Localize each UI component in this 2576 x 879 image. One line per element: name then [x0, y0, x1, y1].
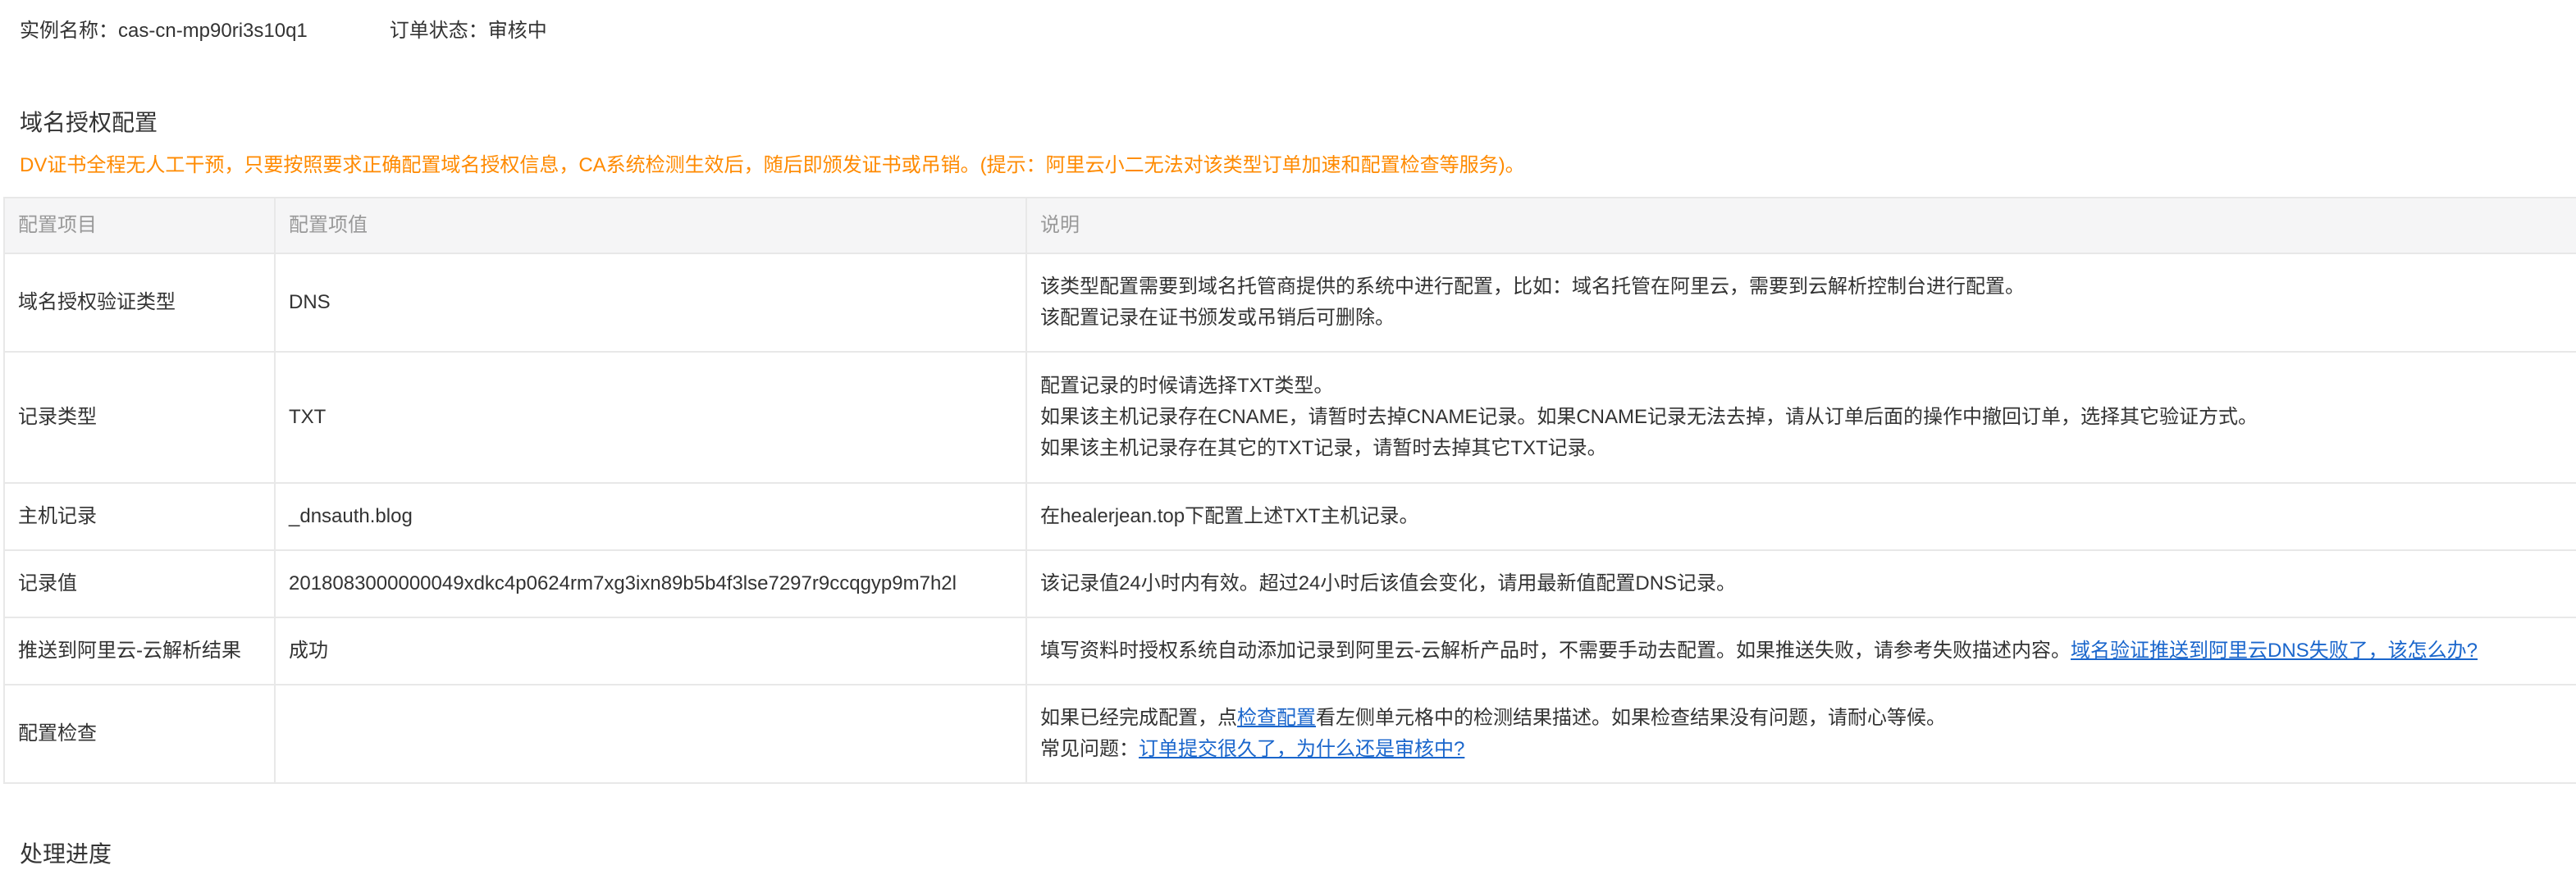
push-result-status: 成功	[274, 617, 1027, 685]
row-desc-verify-type: 该类型配置需要到域名托管商提供的系统中进行配置，比如：域名托管在阿里云，需要到云…	[1025, 253, 2576, 353]
row-item-host-record: 主机记录	[3, 482, 276, 551]
desc-text: 如果已经完成配置，点	[1040, 707, 1237, 729]
instance-info-bar: 实例名称： cas-cn-mp90ri3s10q1 订单状态： 审核中	[20, 18, 547, 44]
row-item-verify-type: 域名授权验证类型	[3, 253, 276, 353]
column-header-desc: 说明	[1025, 197, 2576, 254]
desc-line: 如果该主机记录存在其它的TXT记录，请暂时去掉其它TXT记录。	[1040, 437, 1607, 459]
table-row: 配置检查 如果已经完成配置，点检查配置看左侧单元格中的检测结果描述。如果检查结果…	[3, 684, 2576, 784]
row-item-record-value: 记录值	[3, 549, 276, 618]
row-value-verify-type: DNS	[274, 253, 1027, 353]
desc-text: 填写资料时授权系统自动添加记录到阿里云-云解析产品时，不需要手动去配置。如果推送…	[1040, 640, 2071, 662]
order-status-value: 审核中	[487, 20, 547, 42]
instance-name-label: 实例名称：	[20, 20, 118, 42]
desc-line: 该类型配置需要到域名托管商提供的系统中进行配置，比如：域名托管在阿里云，需要到云…	[1040, 276, 2025, 298]
table-row: 记录类型 TXT 配置记录的时候请选择TXT类型。 如果该主机记录存在CNAME…	[3, 351, 2576, 484]
order-status: 订单状态： 审核中	[390, 18, 547, 44]
desc-text: 常见问题：	[1040, 738, 1139, 760]
desc-line: 如果已经完成配置，点检查配置看左侧单元格中的检测结果描述。如果检查结果没有问题，…	[1040, 703, 2575, 734]
table-header-row: 配置项目 配置项值 说明	[3, 197, 2576, 254]
column-header-item: 配置项目	[3, 197, 276, 254]
order-status-label: 订单状态：	[389, 20, 488, 42]
row-desc-config-check: 如果已经完成配置，点检查配置看左侧单元格中的检测结果描述。如果检查结果没有问题，…	[1025, 684, 2576, 784]
config-table: 配置项目 配置项值 说明 域名授权验证类型 DNS 该类型配置需要到域名托管商提…	[3, 197, 2576, 784]
row-desc-host-record: 在healerjean.top下配置上述TXT主机记录。	[1025, 482, 2576, 551]
check-config-link[interactable]: 检查配置	[1237, 707, 1316, 729]
domain-auth-title: 域名授权配置	[20, 110, 158, 135]
row-desc-record-value: 该记录值24小时内有效。超过24小时后该值会变化，请用最新值配置DNS记录。	[1025, 549, 2576, 618]
instance-name-value: cas-cn-mp90ri3s10q1	[118, 20, 308, 42]
instance-name: 实例名称： cas-cn-mp90ri3s10q1	[20, 18, 308, 44]
desc-line: 该记录值24小时内有效。超过24小时后该值会变化，请用最新值配置DNS记录。	[1040, 572, 1737, 594]
row-value-host-record: _dnsauth.blog	[274, 482, 1027, 551]
row-value-record-type: TXT	[274, 351, 1027, 484]
row-desc-record-type: 配置记录的时候请选择TXT类型。 如果该主机记录存在CNAME，请暂时去掉CNA…	[1025, 351, 2576, 484]
domain-auth-hint: DV证书全程无人工干预，只要按照要求正确配置域名授权信息，CA系统检测生效后，随…	[20, 154, 1525, 176]
table-row: 主机记录 _dnsauth.blog 在healerjean.top下配置上述T…	[3, 482, 2576, 551]
desc-line: 在healerjean.top下配置上述TXT主机记录。	[1040, 505, 1419, 527]
table-row: 推送到阿里云-云解析结果 成功 填写资料时授权系统自动添加记录到阿里云-云解析产…	[3, 617, 2576, 685]
desc-line: 该配置记录在证书颁发或吊销后可删除。	[1040, 307, 1395, 329]
table-row: 记录值 2018083000000049xdkc4p0624rm7xg3ixn8…	[3, 549, 2576, 618]
progress-title: 处理进度	[20, 841, 112, 867]
row-item-record-type: 记录类型	[3, 351, 276, 484]
desc-line: 配置记录的时候请选择TXT类型。	[1040, 375, 1334, 397]
dns-push-failed-help-link[interactable]: 域名验证推送到阿里云DNS失败了，该怎么办?	[2071, 640, 2478, 662]
row-desc-push-result: 填写资料时授权系统自动添加记录到阿里云-云解析产品时，不需要手动去配置。如果推送…	[1025, 617, 2576, 685]
row-item-config-check: 配置检查	[3, 684, 276, 784]
desc-line: 如果该主机记录存在CNAME，请暂时去掉CNAME记录。如果CNAME记录无法去…	[1040, 406, 2259, 428]
desc-line: 常见问题：订单提交很久了，为什么还是审核中?	[1040, 734, 2575, 765]
desc-text: 看左侧单元格中的检测结果描述。如果检查结果没有问题，请耐心等候。	[1316, 707, 1946, 729]
row-item-push-result: 推送到阿里云-云解析结果	[3, 617, 276, 685]
table-row: 域名授权验证类型 DNS 该类型配置需要到域名托管商提供的系统中进行配置，比如：…	[3, 253, 2576, 353]
order-review-faq-link[interactable]: 订单提交很久了，为什么还是审核中?	[1139, 738, 1464, 760]
row-value-config-check	[274, 684, 1027, 784]
row-value-record-value: 2018083000000049xdkc4p0624rm7xg3ixn89b5b…	[274, 549, 1027, 618]
column-header-value: 配置项值	[274, 197, 1027, 254]
